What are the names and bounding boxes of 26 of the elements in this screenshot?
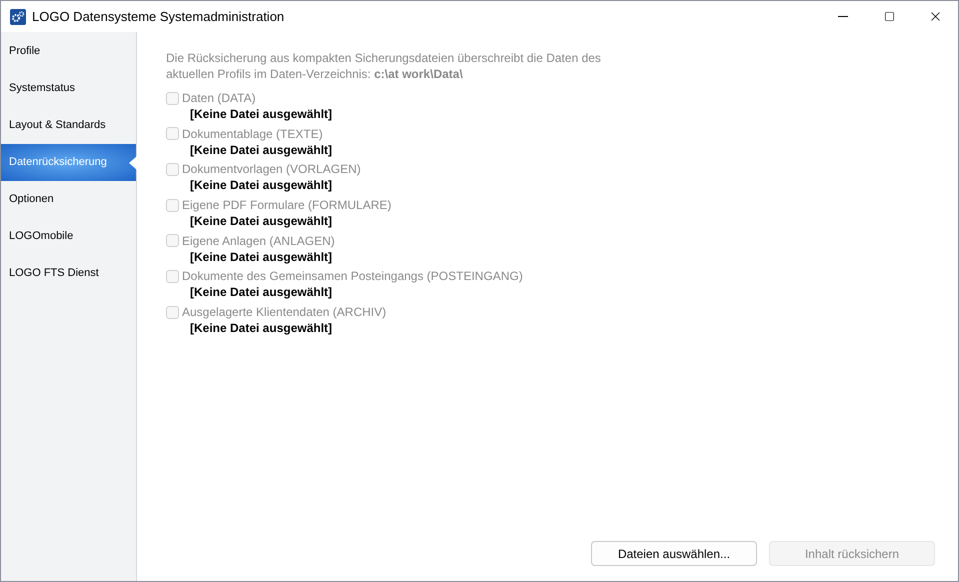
file-status: [Keine Datei ausgewählt] [190,177,332,194]
sidebar-item[interactable]: LOGO FTS Dienst [1,255,136,292]
sidebar-item[interactable]: Optionen [1,181,136,218]
file-status: [Keine Datei ausgewählt] [190,284,332,300]
sidebar-item[interactable]: LOGOmobile [1,218,136,255]
sidebar-item[interactable]: Profile [1,33,136,70]
file-status: [Keine Datei ausgewählt] [190,213,332,230]
file-status: [Keine Datei ausgewählt] [190,320,332,336]
description-text: Die Rücksicherung aus kompakten Sicherungsdateien überschreibt die Daten des aktuellen Profils im Daten-Verzeichnis: c:\at work\Data\ [166,50,602,82]
option-label: Ausgelagerte Klientendaten (ARCHIV) [182,304,386,320]
file-status: [Keine Datei ausgewählt] [190,106,332,122]
sidebar-item[interactable]: Layout & Standards [1,107,136,144]
option-label: Eigene PDF Formulare (FORMULARE) [182,197,392,214]
sidebar-item[interactable]: Systemstatus [1,70,136,107]
file-status: [Keine Datei ausgewählt] [190,142,332,158]
window-title: LOGO Datensysteme Systemadministration [32,8,284,26]
option-label: Eigene Anlagen (ANLAGEN) [182,232,335,249]
option-label: Daten (DATA) [182,90,256,106]
option-label: Dokumentvorlagen (VORLAGEN) [182,161,361,178]
option-label: Dokumente des Gemeinsamen Posteingangs (POSTEINGANG) [182,268,523,284]
file-status: [Keine Datei ausgewählt] [190,248,332,265]
maximize-icon [884,11,894,22]
action-button[interactable]: Dateien auswählen... [591,541,757,566]
option-label: Dokumentablage (TEXTE) [182,126,323,142]
app-logo-icon [10,8,26,24]
minimize-icon [838,16,848,17]
